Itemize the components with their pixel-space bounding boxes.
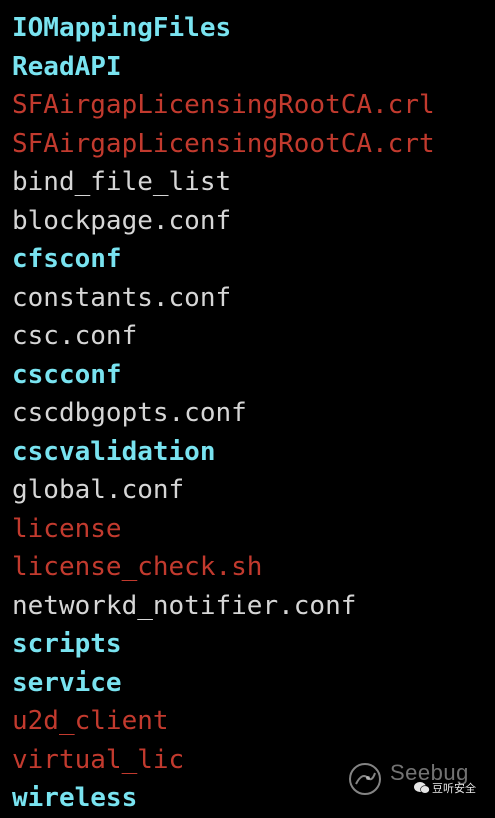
listing-entry-scripts: scripts (12, 629, 122, 659)
listing-entry-csc-conf: csc.conf (12, 321, 138, 351)
listing-entry-readapi: ReadAPI (12, 51, 122, 82)
seebug-logo-icon (349, 763, 381, 795)
listing-entry-license-check-sh: license_check.sh (12, 552, 263, 582)
terminal-window: IOMappingFiles ReadAPI SFAirgapLicensing… (0, 0, 495, 813)
wechat-bubble-icon (414, 782, 430, 794)
listing-entry-blockpage-conf: blockpage.conf (12, 205, 232, 236)
listing-entry-iomappingfiles: IOMappingFiles (12, 13, 232, 43)
listing-entry-bind-file-list: bind_file_list (12, 167, 232, 197)
listing-entry-rootca-crt: SFAirgapLicensingRootCA.crt (12, 128, 435, 159)
listing-entry-networkd-notifier-conf: networkd_notifier.conf (12, 590, 357, 621)
listing-entry-cscvalidation: cscvalidation (12, 436, 216, 467)
listing-entry-license: license (12, 513, 122, 544)
listing-entry-service: service (12, 667, 122, 698)
listing-entry-global-conf: global.conf (12, 475, 185, 505)
listing-entry-rootca-crl: SFAirgapLicensingRootCA.crl (12, 90, 435, 120)
seebug-watermark: Seebug 豆听安全 (348, 760, 488, 800)
directory-listing: IOMappingFiles ReadAPI SFAirgapLicensing… (12, 9, 435, 818)
listing-entry-cscconf: cscconf (12, 359, 122, 390)
watermark-subtitle: 豆听安全 (432, 782, 476, 795)
listing-entry-cfsconf: cfsconf (12, 244, 122, 274)
listing-entry-cscdbgopts-conf: cscdbgopts.conf (12, 398, 247, 428)
listing-entry-u2d-client: u2d_client (12, 706, 169, 736)
listing-entry-constants-conf: constants.conf (12, 282, 232, 313)
